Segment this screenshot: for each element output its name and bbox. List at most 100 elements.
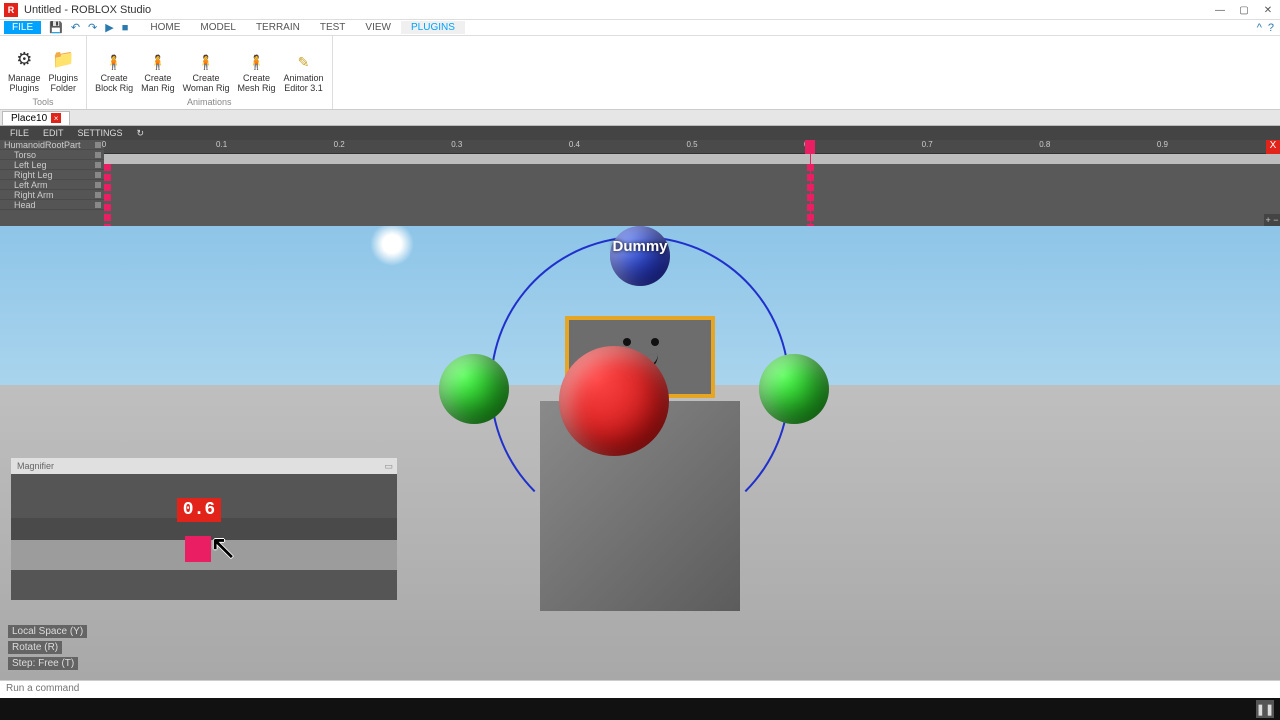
create-man-rig-button[interactable]: 🧍 Create Man Rig [137,51,179,95]
qat-stop-icon[interactable]: ■ [122,22,129,34]
keyframe[interactable] [104,204,111,211]
anim-tree-row[interactable]: Left Leg [0,160,104,170]
gizmo-handle-right[interactable] [759,354,829,424]
file-menu[interactable]: FILE [4,21,41,34]
anim-tree-row[interactable]: Right Arm [0,190,104,200]
qat-undo-icon[interactable]: ↶ [71,21,80,34]
scrubber-track[interactable] [104,154,1280,164]
bottom-strip: ❚❚ [0,698,1280,720]
timeline-ruler[interactable]: 00.10.20.30.40.50.60.70.80.91.0 [104,140,1280,154]
keyframe[interactable] [807,184,814,191]
qat-save-icon[interactable]: 💾 [49,21,63,34]
close-button[interactable]: ✕ [1256,0,1280,20]
animation-editor: FILE EDIT SETTINGS ↻ HumanoidRootPartTor… [0,126,1280,226]
ruler-tick: 0 [102,140,106,149]
qat-redo-icon[interactable]: ↷ [88,21,97,34]
ruler-tick: 0.7 [922,140,933,149]
help-icon[interactable]: ? [1268,22,1274,34]
keyframe[interactable] [807,214,814,221]
tab-view[interactable]: VIEW [355,21,401,34]
pause-button[interactable]: ❚❚ [1256,700,1274,718]
magnifier-close-icon[interactable]: ▭ [384,461,393,472]
magnifier-keyframe-icon [185,536,211,562]
keyframe[interactable] [807,194,814,201]
character-nametag: Dummy [612,238,667,255]
sun-icon [370,226,414,266]
manage-plugins-button[interactable]: ⚙ Manage Plugins [4,45,45,95]
collapse-ribbon-icon[interactable]: ^ [1257,22,1262,34]
window-titlebar: R Untitled - ROBLOX Studio — ▢ ✕ [0,0,1280,20]
keyframe[interactable] [104,184,111,191]
gizmo-handle-red[interactable] [559,346,669,456]
tab-test[interactable]: TEST [310,21,356,34]
anim-tree-row[interactable]: Left Arm [0,180,104,190]
viewport-3d[interactable]: Dummy Magnifier ▭ 0.6 ↖ [0,226,1280,680]
doc-tab[interactable]: Place10 × [2,111,70,125]
group-animations-label: Animations [187,97,232,107]
magnifier-title: Magnifier [17,461,54,471]
status-space[interactable]: Local Space (Y) [8,625,87,638]
ruler-tick: 0.9 [1157,140,1168,149]
qat-play-icon[interactable]: ▶ [105,21,113,34]
ruler-tick: 0.8 [1039,140,1050,149]
anim-tree-row[interactable]: HumanoidRootPart [0,140,104,150]
doc-tab-close-icon[interactable]: × [51,113,61,123]
animation-editor-button[interactable]: ✎ Animation Editor 3.1 [279,51,327,95]
window-title: Untitled - ROBLOX Studio [24,4,151,16]
keyframe[interactable] [104,174,111,181]
anim-timeline[interactable]: 00.10.20.30.40.50.60.70.80.91.0 [104,140,1280,226]
keyframe[interactable] [104,214,111,221]
ruler-tick: 0.1 [216,140,227,149]
create-block-rig-button[interactable]: 🧍 Create Block Rig [91,51,137,95]
keyframe[interactable] [807,204,814,211]
document-tabs: Place10 × [0,110,1280,126]
anim-menu-loop-icon[interactable]: ↻ [131,128,151,139]
magnifier-view: 0.6 ↖ [11,474,397,600]
keyframe[interactable] [104,164,111,171]
tab-terrain[interactable]: TERRAIN [246,21,310,34]
ribbon-body: ⚙ Manage Plugins 📁 Plugins Folder Tools … [0,36,1280,110]
tab-plugins[interactable]: PLUGINS [401,21,465,34]
anim-menu-settings[interactable]: SETTINGS [72,128,129,138]
rig-icon: 🧍 [105,53,123,71]
rig-icon: 🧍 [247,53,265,71]
magnifier-titlebar[interactable]: Magnifier ▭ [11,458,397,474]
magnifier-panel[interactable]: Magnifier ▭ 0.6 ↖ [11,458,397,600]
tab-model[interactable]: MODEL [190,21,246,34]
anim-close-button[interactable]: X [1266,140,1280,154]
gizmo-handle-left[interactable] [439,354,509,424]
anim-tree-row[interactable]: Head [0,200,104,210]
ruler-tick: 0.4 [569,140,580,149]
keyframe[interactable] [807,164,814,171]
tab-home[interactable]: HOME [140,21,190,34]
ruler-tick: 0.3 [451,140,462,149]
status-step[interactable]: Step: Free (T) [8,657,78,670]
minimize-button[interactable]: — [1208,0,1232,20]
app-logo-icon: R [4,3,18,17]
ribbon-tab-strip: FILE 💾 ↶ ↷ ▶ ■ HOME MODEL TERRAIN TEST V… [0,20,1280,36]
gizmo-handle-blue[interactable] [610,226,670,286]
anim-menu: FILE EDIT SETTINGS ↻ [0,126,1280,140]
create-mesh-rig-button[interactable]: 🧍 Create Mesh Rig [233,51,279,95]
plugins-folder-button[interactable]: 📁 Plugins Folder [45,45,83,95]
gear-icon: ⚙ [12,47,36,71]
keyframe[interactable] [807,174,814,181]
status-tool[interactable]: Rotate (R) [8,641,62,654]
anim-tree-row[interactable]: Right Leg [0,170,104,180]
doc-tab-name: Place10 [11,113,47,124]
editor-icon: ✎ [294,53,312,71]
anim-tree[interactable]: HumanoidRootPartTorsoLeft LegRight LegLe… [0,140,104,226]
magnifier-scrub-label: 0.6 [177,498,221,522]
anim-tree-row[interactable]: Torso [0,150,104,160]
group-tools-label: Tools [33,97,54,107]
create-woman-rig-button[interactable]: 🧍 Create Woman Rig [179,51,234,95]
anim-zoom-controls[interactable]: + − [1264,214,1280,226]
keyframe[interactable] [104,194,111,201]
maximize-button[interactable]: ▢ [1232,0,1256,20]
anim-menu-file[interactable]: FILE [4,128,35,138]
anim-menu-edit[interactable]: EDIT [37,128,70,138]
folder-icon: 📁 [51,47,75,71]
command-input[interactable] [6,683,1274,694]
command-bar[interactable] [0,680,1280,698]
scrubber-head-icon[interactable] [805,140,815,154]
